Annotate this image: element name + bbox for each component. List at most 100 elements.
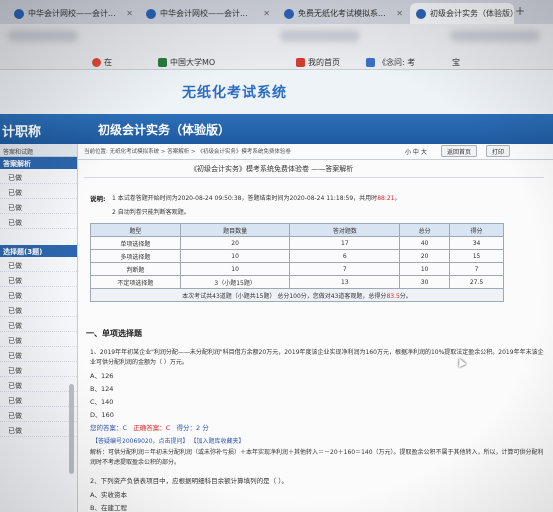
sidebar-question-item[interactable]: 已做 — [0, 317, 77, 332]
column-header: 答对题数 — [289, 223, 401, 237]
analysis-text: 解析：可供分配利润＝年初未分配利润（或未弥补亏损）＋本年实现净利润＋其他转入＝－… — [90, 449, 544, 466]
instructions-line-1: 1 本试卷答题开始时间为2020-08-24 09:50:38，答题结束时间为2… — [112, 195, 401, 202]
sidebar-question-item[interactable]: 已做 — [0, 184, 77, 199]
browser-tab-active[interactable]: 初级会计实务（体验版） ✕ — [410, 3, 514, 24]
sidebar-question-item[interactable]: 已做 — [0, 377, 77, 392]
table-cell: 3（小题15题） — [179, 275, 291, 289]
blurred-region — [8, 30, 78, 42]
question-option: C、140 — [90, 398, 114, 406]
sidebar-question-item[interactable]: 已做 — [0, 214, 77, 229]
sidebar-section-choice[interactable]: 选择题(3题) — [0, 245, 77, 257]
question-links[interactable]: 【答疑编号20069020，点击提问】 【加入题库收藏夹】 — [92, 436, 244, 445]
score-table: 题型 题目数量 答对题数 总分 得分 单项选择题 20 17 40 34 多项选择题 10 6… — [90, 223, 504, 302]
instructions-line-2: 2 自动判卷只能判断客观题。 — [112, 209, 190, 216]
browser-tab-bar: 中华会计网校——会计... ✕ 中华会计网校——会计... ✕ 免费无纸化考试模… — [0, 0, 553, 24]
question-option: B、124 — [90, 385, 114, 393]
column-header: 总分 — [399, 223, 451, 237]
new-tab-button[interactable]: + — [515, 4, 525, 18]
bookmark-icon — [296, 58, 305, 67]
question-option: A、实收资本 — [90, 491, 127, 499]
table-cell: 7 — [289, 262, 401, 276]
breadcrumb: 当前位置: 无纸化考试模拟系统 > 答案解析 > 《初级会计实务》模考系统免费体… — [84, 149, 291, 155]
answer-analysis-panel: 当前位置: 无纸化考试模拟系统 > 答案解析 > 《初级会计实务》模考系统免费体… — [78, 144, 553, 512]
question-text: 2、下列资产负债表项目中，应根据明细科目余额计算填列的是（ ）。 — [90, 477, 288, 485]
blurred-region — [450, 30, 540, 42]
instructions-label: 说明: — [90, 195, 106, 203]
question-option: A、126 — [90, 372, 114, 380]
sidebar-scrollbar[interactable] — [69, 384, 74, 474]
site-favicon-icon — [14, 8, 24, 19]
sidebar-question-item[interactable]: 已做 — [0, 332, 77, 347]
bookmarks-bar: 在 中国大学MO 我的首页 《念问: 考 宝 — [0, 24, 553, 70]
table-header-row: 题型 题目数量 答对题数 总分 得分 — [90, 223, 504, 237]
browser-tab[interactable]: 免费无纸化考试模拟系... ✕ — [278, 3, 408, 24]
summary-row: 本次考试共43道题（小题共15题） 总分100分，您做对43道客观题，总得分83… — [90, 288, 504, 302]
table-cell: 13 — [289, 275, 401, 289]
sidebar-question-item[interactable]: 已做 — [0, 302, 77, 317]
bookmark-item[interactable]: 中国大学MO — [158, 57, 215, 68]
bookmark-item[interactable]: 我的首页 — [296, 57, 340, 68]
table-cell: 34 — [449, 236, 504, 250]
question-text: 1、2019年年初某企业"利润分配——未分配利润"科目借方余额20万元，2019… — [90, 349, 544, 366]
table-cell: 30 — [399, 275, 451, 289]
sidebar-question-item[interactable]: 已做 — [0, 392, 77, 407]
table-row: 多项选择题 10 6 20 15 — [90, 249, 504, 263]
bookmark-icon — [158, 58, 167, 67]
table-cell: 判断题 — [90, 262, 181, 276]
sidebar-question-item[interactable]: 已做 — [0, 422, 77, 437]
bookmark-item[interactable]: 《念问: 考 — [366, 57, 415, 68]
browser-tab[interactable]: 中华会计网校——会计... ✕ — [8, 3, 138, 24]
table-cell: 10 — [179, 249, 291, 263]
sidebar-question-item[interactable]: 已做 — [0, 407, 77, 422]
column-header: 得分 — [449, 223, 504, 237]
sidebar-section-answers[interactable]: 答案解析 — [0, 157, 77, 169]
close-icon[interactable]: ✕ — [263, 9, 270, 18]
table-cell: 10 — [399, 262, 451, 276]
course-nav-bar: 计职称 初级会计实务（体验版） — [0, 114, 553, 144]
close-icon[interactable]: ✕ — [126, 9, 133, 18]
sidebar-question-item[interactable]: 已做 — [0, 362, 77, 377]
page-heading: 《初级会计实务》模考系统免费体验卷 ——答案解析 — [190, 165, 354, 173]
bookmark-item[interactable]: 宝 — [452, 57, 460, 68]
table-cell: 27.5 — [449, 275, 504, 289]
sidebar-question-item[interactable]: 已做 — [0, 169, 77, 184]
sidebar-question-item[interactable]: 已做 — [0, 272, 77, 287]
section-title: 一、单项选择题 — [86, 329, 142, 338]
table-cell: 17 — [289, 236, 401, 250]
your-answer: 您的答案：C — [90, 424, 128, 432]
table-cell: 多项选择题 — [90, 249, 181, 263]
question-option: D、160 — [90, 411, 114, 419]
sidebar-header: 答案和试题 — [0, 144, 77, 157]
table-cell: 20 — [179, 236, 291, 250]
close-icon[interactable]: ✕ — [396, 9, 403, 18]
home-button[interactable]: 返回首页 — [441, 145, 478, 157]
question-option: B、在建工程 — [90, 504, 127, 512]
bookmark-icon — [366, 58, 375, 67]
table-cell: 20 — [399, 249, 451, 263]
browser-tab[interactable]: 中华会计网校——会计... ✕ — [140, 3, 275, 24]
table-cell: 6 — [289, 249, 401, 263]
divider — [78, 159, 553, 160]
print-button[interactable]: 打印 — [486, 145, 511, 157]
sidebar-question-item[interactable]: 已做 — [0, 287, 77, 302]
table-cell: 单项选择题 — [90, 236, 181, 250]
table-row: 判断题 10 7 10 7 — [90, 262, 504, 276]
divider — [84, 177, 544, 178]
sidebar-question-item[interactable]: 已做 — [0, 199, 77, 214]
summary-cell: 本次考试共43道题（小题共15题） 总分100分，您做对43道客观题，总得分83… — [90, 288, 504, 302]
site-title: 无纸化考试系统 — [182, 85, 287, 101]
table-cell: 40 — [399, 236, 451, 250]
column-header: 题型 — [90, 223, 181, 237]
table-cell: 10 — [179, 262, 291, 276]
sidebar-question-item[interactable]: 已做 — [0, 257, 77, 272]
question-sidebar: 答案和试题 答案解析 已做 已做 已做 已做 选择题(3题) 已做 已做 已做 已做 已做 已做… — [0, 144, 78, 512]
question-score: 得分：2 分 — [176, 424, 209, 432]
font-size-switcher[interactable]: 小 中 大 — [405, 147, 427, 156]
nav-left-label: 计职称 — [2, 125, 42, 140]
bookmark-icon — [92, 58, 101, 67]
bookmark-item[interactable]: 在 — [92, 57, 112, 68]
table-cell: 15 — [449, 249, 504, 263]
site-favicon-icon — [284, 8, 294, 19]
correct-answer: 正确答案：C — [133, 424, 171, 432]
sidebar-question-item[interactable]: 已做 — [0, 347, 77, 362]
